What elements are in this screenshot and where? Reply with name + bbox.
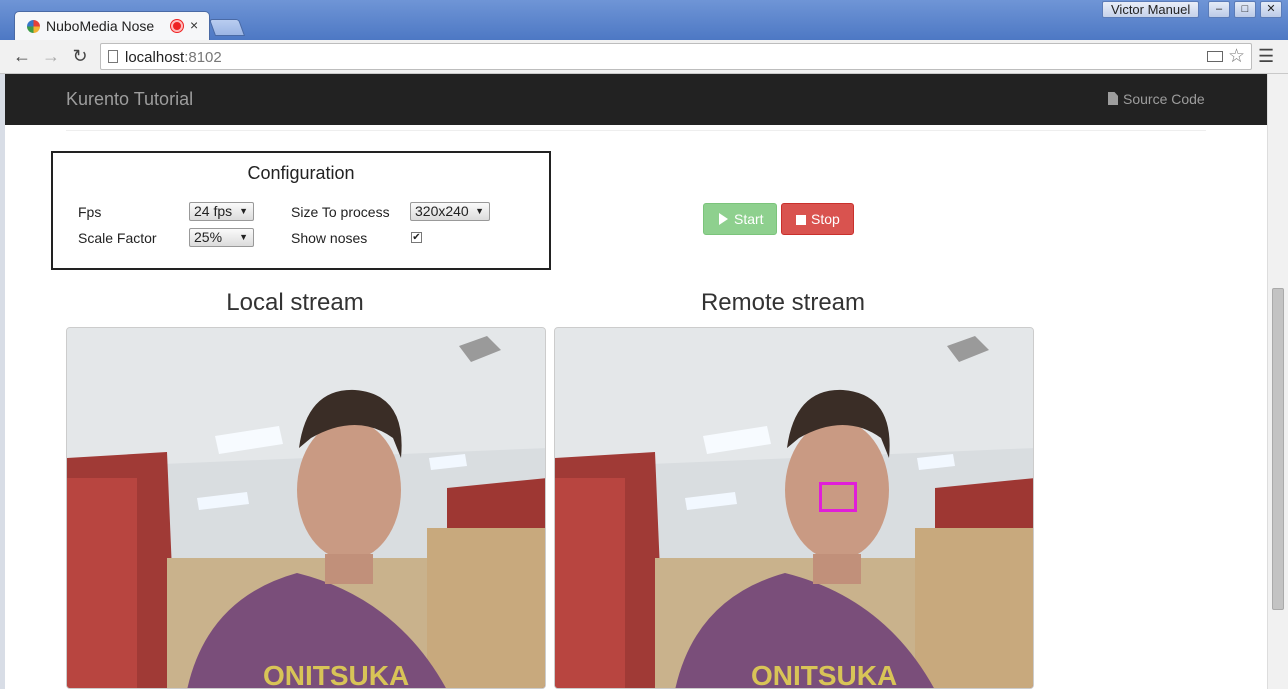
stop-square-icon [796, 215, 806, 225]
webcam-scene-image: ONITSUKA [67, 328, 545, 689]
svg-text:ONITSUKA: ONITSUKA [263, 660, 409, 689]
browser-tab[interactable]: NuboMedia Nose × [14, 11, 210, 40]
favicon-icon [27, 20, 40, 33]
recording-indicator-icon [171, 20, 183, 32]
navbar-brand[interactable]: Kurento Tutorial [66, 89, 193, 110]
local-stream-title: Local stream [226, 289, 364, 316]
show-noses-label: Show noses [291, 230, 368, 246]
configuration-title: Configuration [247, 163, 355, 183]
size-to-process-select[interactable]: 320x240 ▼ [410, 202, 490, 221]
play-icon [719, 213, 728, 225]
maximize-button[interactable]: □ [1234, 1, 1256, 18]
tab-title: NuboMedia Nose [46, 18, 155, 34]
browser-toolbar: ← → ↻ localhost:8102 ☆ ☰ [0, 40, 1288, 74]
scrollbar-thumb[interactable] [1272, 288, 1284, 610]
scale-factor-label: Scale Factor [78, 230, 157, 246]
svg-text:ONITSUKA: ONITSUKA [751, 660, 897, 689]
page-icon [108, 50, 118, 63]
bookmark-star-icon[interactable]: ☆ [1228, 45, 1245, 68]
nose-detection-box [819, 482, 857, 512]
configuration-panel: Configuration Fps 24 fps ▼ Scale Factor 2… [51, 151, 551, 270]
dropdown-arrow-icon: ▼ [239, 232, 248, 242]
fps-label: Fps [78, 204, 102, 220]
source-code-link[interactable]: Source Code [1108, 91, 1205, 107]
page-scrollbar[interactable] [1267, 74, 1288, 689]
stop-button[interactable]: Stop [781, 203, 854, 235]
reload-icon[interactable]: ↻ [69, 45, 91, 67]
forward-icon[interactable]: → [40, 45, 62, 67]
dropdown-arrow-icon: ▼ [475, 206, 484, 216]
browser-titlebar: NuboMedia Nose × Victor Manuel – □ ✕ [0, 0, 1288, 40]
page-viewport: Kurento Tutorial Source Code Configurati… [5, 74, 1267, 689]
minimize-button[interactable]: – [1208, 1, 1230, 18]
address-bar[interactable]: localhost:8102 ☆ [100, 43, 1252, 70]
size-to-process-label: Size To process [291, 204, 390, 220]
tab-close-icon[interactable]: × [190, 17, 198, 33]
scale-factor-select[interactable]: 25% ▼ [189, 228, 254, 247]
close-window-button[interactable]: ✕ [1260, 1, 1282, 18]
chrome-menu-icon[interactable]: ☰ [1258, 46, 1274, 67]
show-noses-checkbox[interactable]: ✔ [411, 232, 422, 243]
url-text: localhost:8102 [125, 49, 222, 66]
navbar: Kurento Tutorial Source Code [5, 74, 1267, 125]
profile-button[interactable]: Victor Manuel [1102, 1, 1200, 18]
webcam-scene-image: ONITSUKA [555, 328, 1033, 689]
camera-icon[interactable] [1207, 51, 1223, 62]
local-video[interactable]: ONITSUKA [66, 327, 546, 689]
new-tab-button[interactable] [208, 19, 246, 36]
fps-select[interactable]: 24 fps ▼ [189, 202, 254, 221]
file-icon [1108, 92, 1118, 105]
start-button[interactable]: Start [703, 203, 777, 235]
back-icon[interactable]: ← [11, 45, 33, 67]
remote-stream-title: Remote stream [700, 289, 866, 316]
divider [66, 130, 1206, 131]
remote-video[interactable]: ONITSUKA [554, 327, 1034, 689]
dropdown-arrow-icon: ▼ [239, 206, 248, 216]
